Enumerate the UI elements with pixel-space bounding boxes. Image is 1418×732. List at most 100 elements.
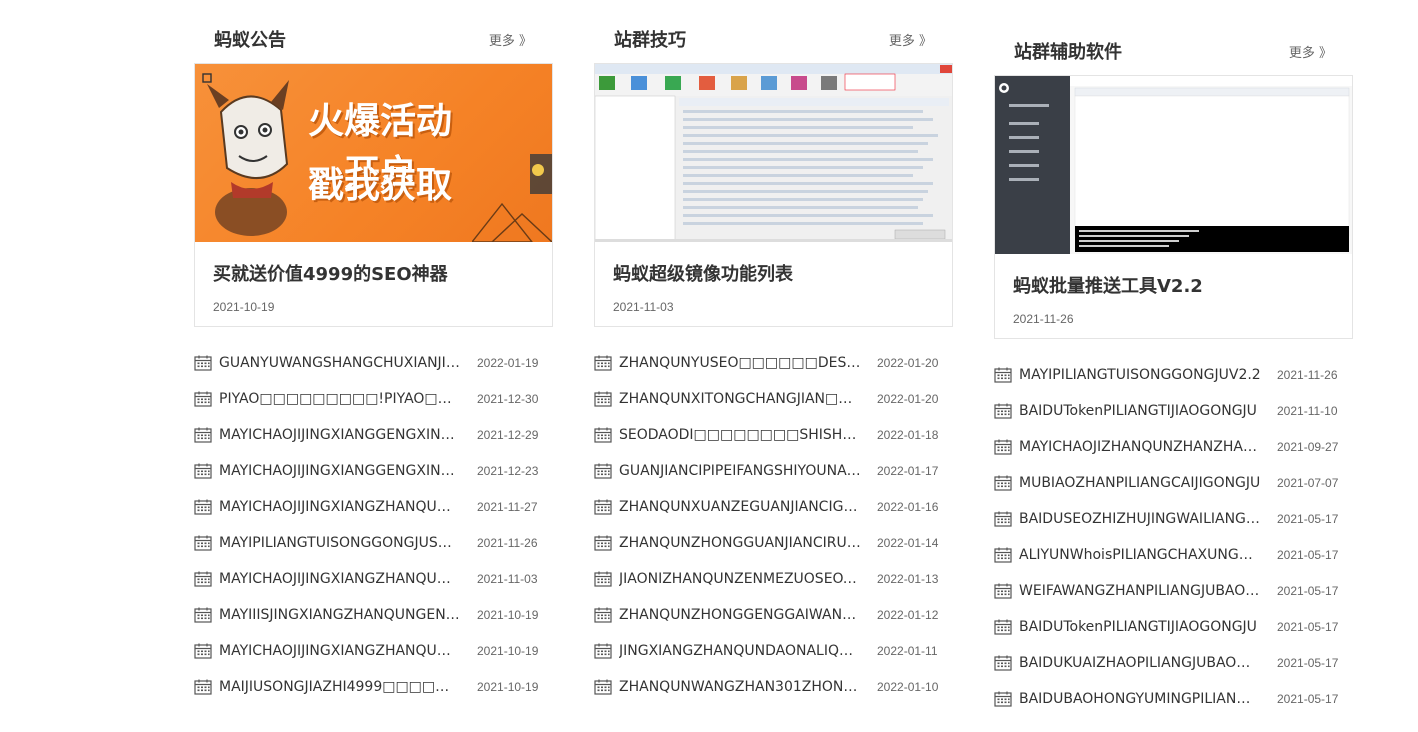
list-item-title[interactable]: MAYICHAOJIJINGXIANGGENGXINGONGGAO bbox=[219, 427, 461, 443]
list-item[interactable]: ZHANQUNXUANZEGUANJIANCIGUIZE 2022-01-16 bbox=[594, 489, 954, 525]
list-item-title[interactable]: MAYICHAOJIZHANQUNZHANZHANGGONGJU bbox=[1019, 439, 1261, 455]
list-item-date: 2022-01-17 bbox=[877, 464, 939, 478]
mirror-tool-screenshot bbox=[595, 64, 952, 242]
list-item-date: 2021-07-07 bbox=[1277, 476, 1339, 490]
list-item[interactable]: BAIDUBAOHONGYUMINGPILIANGCHAXUN 2021-05-1… bbox=[994, 681, 1354, 717]
decoration-illustration bbox=[472, 154, 552, 242]
article-list: GUANYUWANGSHANGCHUXIANJIAMAOQIANDESHENGM… bbox=[194, 345, 554, 705]
more-link[interactable]: 更多 》 bbox=[889, 30, 932, 49]
list-item-date: 2022-01-11 bbox=[877, 644, 938, 658]
article-list: ZHANQUNYUSEO□□□□□□DESHENGJI 2022-01-20 ZH… bbox=[594, 345, 954, 705]
list-item[interactable]: MAYIIISJINGXIANGZHANQUNGENGXIN 2021-10-19 bbox=[194, 597, 554, 633]
list-item-title[interactable]: BAIDUTokenPILIANGTIJIAOGONGJU bbox=[1019, 403, 1261, 419]
calendar-icon bbox=[194, 679, 212, 695]
featured-article-date: 2021-11-26 bbox=[1013, 312, 1074, 326]
list-item-title[interactable]: JIAONIZHANQUNZENMEZUOSEOYOUHUA bbox=[619, 571, 861, 587]
list-item-date: 2022-01-19 bbox=[477, 356, 539, 370]
list-item[interactable]: ZHANQUNYUSEO□□□□□□DESHENGJI 2022-01-20 bbox=[594, 345, 954, 381]
list-item-title[interactable]: ZHANQUNWANGZHAN301ZHONGDINGXIANG bbox=[619, 679, 861, 695]
calendar-icon bbox=[994, 691, 1012, 707]
list-item-title[interactable]: MAIJIUSONGJIAZHI4999□□□□□□DE bbox=[219, 679, 461, 695]
featured-article-text: 蚂蚁批量推送工具V2.2 2021-11-26 bbox=[995, 254, 1352, 338]
list-item-title[interactable]: GUANYUWANGSHANGCHUXIANJIAMAOQIANDESHENGM… bbox=[219, 355, 461, 371]
list-item-title[interactable]: ZHANQUNZHONGGENGGAIWANGZHANBIAOTI bbox=[619, 607, 861, 623]
list-item-title[interactable]: MAYICHAOJIJINGXIANGZHANQUNGONGNENG bbox=[219, 571, 461, 587]
list-item-title[interactable]: ZHANQUNYUSEO□□□□□□DESHENGJI bbox=[619, 355, 861, 371]
list-item-title[interactable]: GUANJIANCIPIPEIFANGSHIYOUNAXIE bbox=[619, 463, 861, 479]
list-item[interactable]: SEODAODI□□□□□□□□SHISHENME? 2022-01-18 bbox=[594, 417, 954, 453]
list-item[interactable]: MAYIPILIANGTUISONGGONGJUSHANGXIAN 2021-11… bbox=[194, 525, 554, 561]
column-header: 站群技巧 更多 》 bbox=[594, 26, 954, 52]
list-item-title[interactable]: BAIDUKUAIZHAOPILIANGJUBAOGONGJU bbox=[1019, 655, 1261, 671]
list-item[interactable]: ZHANQUNZHONGGENGGAIWANGZHANBIAOTI 2022-01… bbox=[594, 597, 954, 633]
list-item[interactable]: ZHANQUNZHONGGUANJIANCIRUHEBUJU 2022-01-14 bbox=[594, 525, 954, 561]
list-item[interactable]: BAIDUTokenPILIANGTIJIAOGONGJU 2021-11-10 bbox=[994, 393, 1354, 429]
list-item-title[interactable]: ALIYUNWhoisPILIANGCHAXUNGONGJU bbox=[1019, 547, 1261, 563]
calendar-icon bbox=[994, 403, 1012, 419]
list-item-date: 2021-11-26 bbox=[1277, 368, 1338, 382]
list-item-title[interactable]: MAYICHAOJIJINGXIANGZHANQUNGENGXIN bbox=[219, 499, 461, 515]
list-item[interactable]: ZHANQUNXITONGCHANGJIAN□□□□ 2022-01-20 bbox=[594, 381, 954, 417]
list-item-title[interactable]: ZHANQUNXITONGCHANGJIAN□□□□ bbox=[619, 391, 861, 407]
featured-article-card[interactable]: 蚂蚁批量推送工具V2.2 2021-11-26 bbox=[994, 75, 1353, 339]
list-item[interactable]: GUANYUWANGSHANGCHUXIANJIAMAOQIANDESHENGM… bbox=[194, 345, 554, 381]
list-item-date: 2021-10-19 bbox=[477, 608, 539, 622]
list-item-title[interactable]: SEODAODI□□□□□□□□SHISHENME? bbox=[619, 427, 861, 443]
list-item[interactable]: MAYICHAOJIJINGXIANGGENGXINGONGGAO 2021-12… bbox=[194, 417, 554, 453]
list-item[interactable]: MAIJIUSONGJIAZHI4999□□□□□□DE 2021-10-19 bbox=[194, 669, 554, 705]
featured-article-title[interactable]: 蚂蚁批量推送工具V2.2 bbox=[1013, 272, 1334, 298]
list-item-date: 2021-11-27 bbox=[477, 500, 538, 514]
promo-banner-image: 火爆活动开启 戳我获取 bbox=[195, 64, 552, 242]
featured-article-text: 买就送价值4999的SEO神器 2021-10-19 bbox=[195, 242, 552, 326]
list-item-title[interactable]: MAYIPILIANGTUISONGGONGJUV2.2 bbox=[1019, 367, 1261, 383]
list-item-title[interactable]: WEIFAWANGZHANPILIANGJUBAOGONGJU bbox=[1019, 583, 1261, 599]
list-item-title[interactable]: ZHANQUNZHONGGUANJIANCIRUHEBUJU bbox=[619, 535, 861, 551]
list-item[interactable]: MUBIAOZHANPILIANGCAIJIGONGJU 2021-07-07 bbox=[994, 465, 1354, 501]
list-item[interactable]: MAYICHAOJIJINGXIANGZHANQUNGENGXIN 2021-11… bbox=[194, 489, 554, 525]
featured-article-text: 蚂蚁超级镜像功能列表 2021-11-03 bbox=[595, 242, 952, 326]
list-item-title[interactable]: BAIDUBAOHONGYUMINGPILIANGCHAXUN bbox=[1019, 691, 1261, 707]
list-item[interactable]: PIYAO□□□□□□□□□!PIYAO□□□□□□□□□□ 2021-12-30 bbox=[194, 381, 554, 417]
list-item[interactable]: JINGXIANGZHANQUNDAONALIQUZHAO 2022-01-11 bbox=[594, 633, 954, 669]
featured-article-card[interactable]: 火爆活动开启 戳我获取 买就送价值4999的SEO神器 2021-10-19 bbox=[194, 63, 553, 327]
calendar-icon bbox=[594, 427, 612, 443]
list-item[interactable]: ZHANQUNWANGZHAN301ZHONGDINGXIANG 2022-01-… bbox=[594, 669, 954, 705]
list-item-title[interactable]: PIYAO□□□□□□□□□!PIYAO□□□□□□□□□□ bbox=[219, 391, 461, 407]
list-item-date: 2021-12-29 bbox=[477, 428, 539, 442]
list-item[interactable]: MAYICHAOJIJINGXIANGGENGXINRIZHI 2021-12-2… bbox=[194, 453, 554, 489]
list-item-title[interactable]: JINGXIANGZHANQUNDAONALIQUZHAO bbox=[619, 643, 861, 659]
list-item[interactable]: ALIYUNWhoisPILIANGCHAXUNGONGJU 2021-05-17 bbox=[994, 537, 1354, 573]
list-item[interactable]: GUANJIANCIPIPEIFANGSHIYOUNAXIE 2022-01-17 bbox=[594, 453, 954, 489]
list-item-date: 2021-05-17 bbox=[1277, 656, 1339, 670]
list-item[interactable]: BAIDUSEOZHIZHUJINGWAILIANGONGJU 2021-05-1… bbox=[994, 501, 1354, 537]
list-item[interactable]: MAYICHAOJIJINGXIANGZHANQUNSHENGJI 2021-10… bbox=[194, 633, 554, 669]
list-item-title[interactable]: ZHANQUNXUANZEGUANJIANCIGUIZE bbox=[619, 499, 861, 515]
calendar-icon bbox=[994, 583, 1012, 599]
software-screenshot-image bbox=[595, 64, 952, 242]
list-item-title[interactable]: MAYIPILIANGTUISONGGONGJUSHANGXIAN bbox=[219, 535, 461, 551]
list-item-title[interactable]: MAYICHAOJIJINGXIANGGENGXINRIZHI bbox=[219, 463, 461, 479]
list-item[interactable]: BAIDUTokenPILIANGTIJIAOGONGJU 2021-05-17 bbox=[994, 609, 1354, 645]
list-item[interactable]: MAYICHAOJIZHANQUNZHANZHANGGONGJU 2021-09-… bbox=[994, 429, 1354, 465]
featured-article-title[interactable]: 买就送价值4999的SEO神器 bbox=[213, 260, 534, 286]
list-item[interactable]: BAIDUKUAIZHAOPILIANGJUBAOGONGJU 2021-05-1… bbox=[994, 645, 1354, 681]
software-column: 站群辅助软件 更多 》 蚂蚁批量推送工具V2.2 2021-11-26 MAYI… bbox=[994, 38, 1354, 717]
list-item-title[interactable]: MAYIIISJINGXIANGZHANQUNGENGXIN bbox=[219, 607, 461, 623]
list-item[interactable]: MAYICHAOJIJINGXIANGZHANQUNGONGNENG 2021-1… bbox=[194, 561, 554, 597]
column-header: 站群辅助软件 更多 》 bbox=[994, 38, 1354, 64]
list-item-title[interactable]: BAIDUTokenPILIANGTIJIAOGONGJU bbox=[1019, 619, 1261, 635]
list-item-date: 2022-01-14 bbox=[877, 536, 939, 550]
featured-article-title[interactable]: 蚂蚁超级镜像功能列表 bbox=[613, 260, 934, 286]
featured-article-card[interactable]: 蚂蚁超级镜像功能列表 2021-11-03 bbox=[594, 63, 953, 327]
featured-article-date: 2021-10-19 bbox=[213, 300, 275, 314]
list-item-title[interactable]: MAYICHAOJIJINGXIANGZHANQUNSHENGJI bbox=[219, 643, 461, 659]
more-link[interactable]: 更多 》 bbox=[1289, 42, 1332, 61]
more-link[interactable]: 更多 》 bbox=[489, 30, 532, 49]
list-item[interactable]: MAYIPILIANGTUISONGGONGJUV2.2 2021-11-26 bbox=[994, 357, 1354, 393]
list-item[interactable]: WEIFAWANGZHANPILIANGJUBAOGONGJU 2021-05-1… bbox=[994, 573, 1354, 609]
list-item[interactable]: JIAONIZHANQUNZENMEZUOSEOYOUHUA 2022-01-13 bbox=[594, 561, 954, 597]
list-item-title[interactable]: MUBIAOZHANPILIANGCAIJIGONGJU bbox=[1019, 475, 1261, 491]
column-header: 蚂蚁公告 更多 》 bbox=[194, 26, 554, 52]
list-item-title[interactable]: BAIDUSEOZHIZHUJINGWAILIANGONGJU bbox=[1019, 511, 1261, 527]
calendar-icon bbox=[994, 619, 1012, 635]
